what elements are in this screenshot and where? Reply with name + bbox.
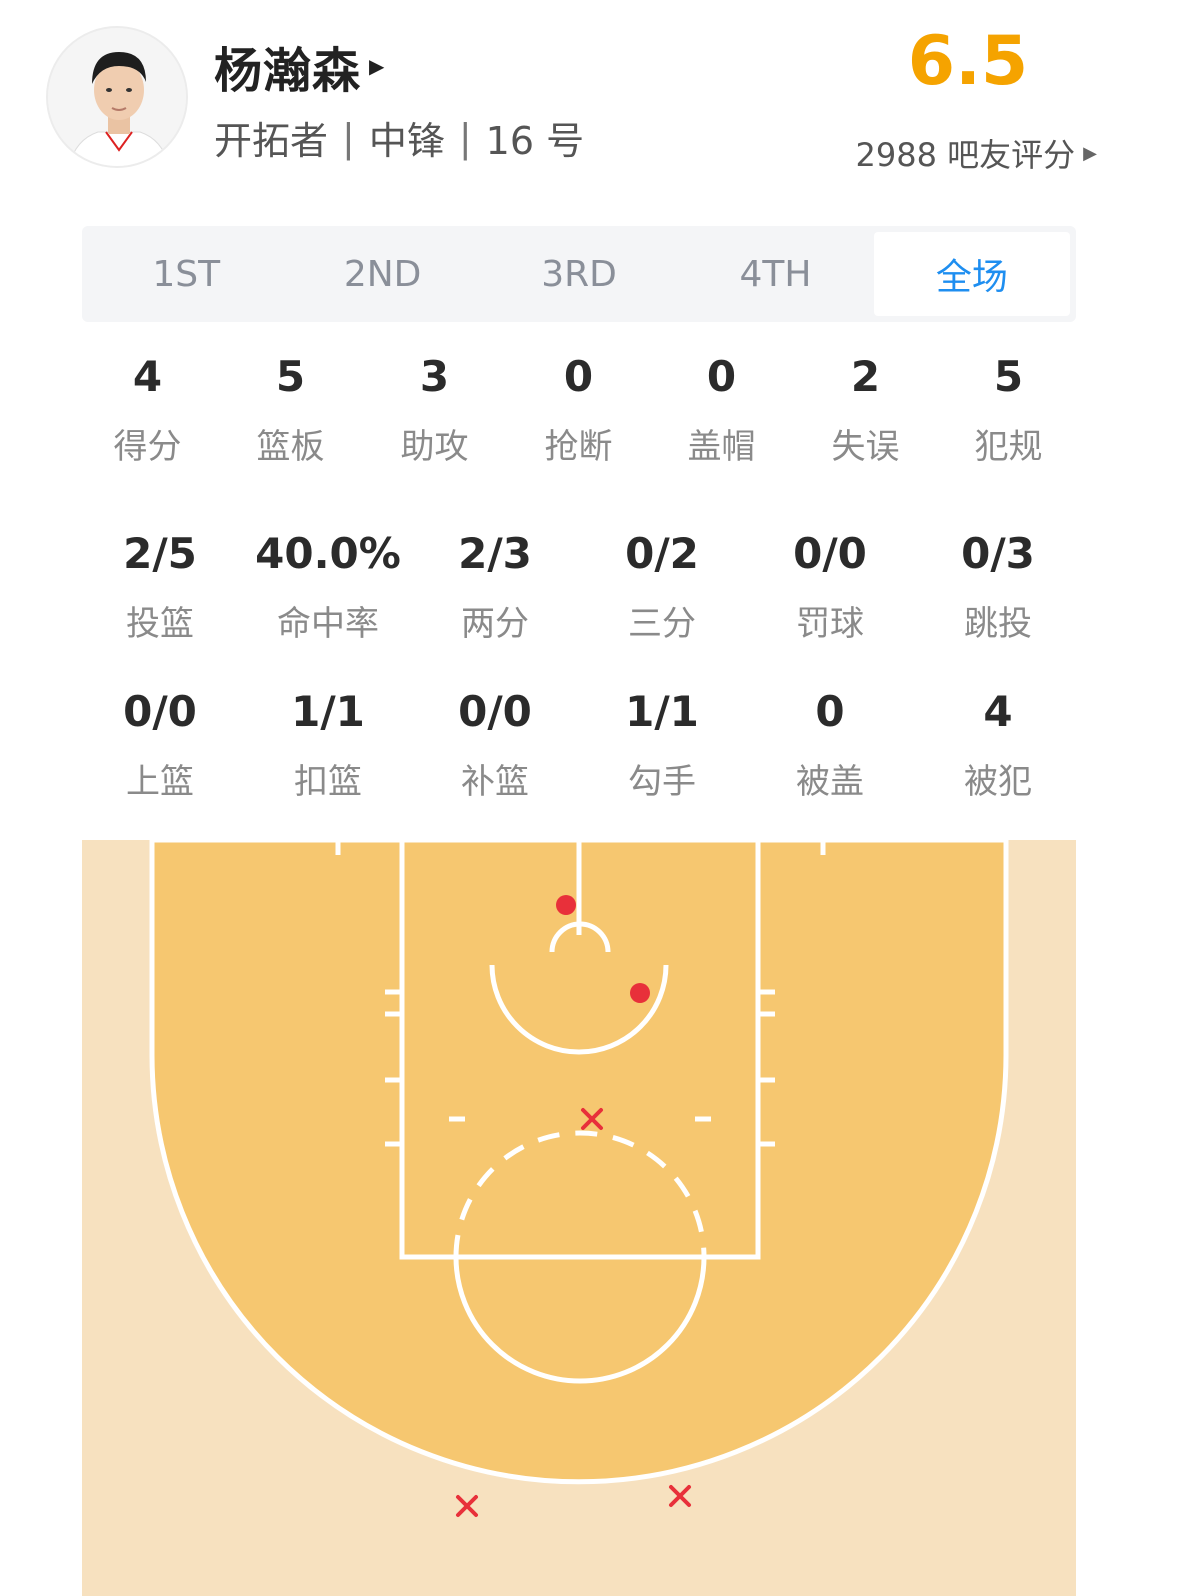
stat-fouls: 5 犯规 xyxy=(937,352,1080,468)
stat-label: 两分 xyxy=(461,604,529,644)
stat-blocks: 0 盖帽 xyxy=(650,352,793,468)
stat-value: 2/3 xyxy=(458,529,532,578)
stat-label: 投篮 xyxy=(126,604,194,644)
stat-fouled: 4 被犯 xyxy=(914,687,1082,803)
player-number: 16 号 xyxy=(485,119,585,163)
stat-label: 被犯 xyxy=(964,762,1032,802)
stat-fg: 2/5 投篮 xyxy=(76,529,244,645)
stat-value: 0/2 xyxy=(625,529,699,578)
player-score: 6.5 xyxy=(907,22,1029,101)
stat-value: 0 xyxy=(563,352,594,401)
separator: | xyxy=(342,115,355,160)
stat-label: 犯规 xyxy=(974,427,1043,467)
made-shot-marker xyxy=(630,983,650,1003)
tab-full-game[interactable]: 全场 xyxy=(873,232,1071,316)
stat-three-pt: 0/2 三分 xyxy=(578,529,746,645)
stat-value: 0/0 xyxy=(793,529,867,578)
tab-3rd[interactable]: 3RD xyxy=(481,232,677,316)
stat-steals: 0 抢断 xyxy=(507,352,650,468)
stat-label: 上篮 xyxy=(126,762,194,802)
stat-value: 0 xyxy=(815,687,845,736)
stat-label: 得分 xyxy=(113,427,182,467)
stat-tip-in: 0/0 补篮 xyxy=(411,687,579,803)
tab-2nd[interactable]: 2ND xyxy=(284,232,480,316)
stat-value: 2/5 xyxy=(123,529,197,578)
rating-arrow-icon: ▶ xyxy=(1083,142,1097,164)
stat-label: 跳投 xyxy=(964,604,1032,644)
stat-hook: 1/1 勾手 xyxy=(578,687,746,803)
stat-dunk: 1/1 扣篮 xyxy=(244,687,412,803)
player-name: 杨瀚森 xyxy=(214,43,362,99)
stat-value: 5 xyxy=(275,352,306,401)
stat-value: 4 xyxy=(983,687,1013,736)
stat-two-pt: 2/3 两分 xyxy=(411,529,579,645)
shot-chart-court xyxy=(82,840,1076,1596)
stat-label: 扣篮 xyxy=(294,762,362,802)
stat-label: 被盖 xyxy=(796,762,864,802)
stat-fg-pct: 40.0% 命中率 xyxy=(244,529,412,645)
stat-label: 失误 xyxy=(831,427,900,467)
player-team: 开拓者 xyxy=(214,119,329,163)
stat-label: 助攻 xyxy=(400,427,469,467)
stat-value: 40.0% xyxy=(255,529,401,578)
separator: | xyxy=(458,115,472,160)
stat-jumper: 0/3 跳投 xyxy=(914,529,1082,645)
made-shot-marker xyxy=(556,895,576,915)
stat-turnovers: 2 失误 xyxy=(794,352,937,468)
stat-value: 5 xyxy=(993,352,1024,401)
stat-blocked: 0 被盖 xyxy=(746,687,914,803)
stat-label: 抢断 xyxy=(544,427,613,467)
stat-value: 4 xyxy=(132,352,163,401)
stat-label: 勾手 xyxy=(628,762,696,802)
stat-points: 4 得分 xyxy=(76,352,219,468)
player-photo xyxy=(48,28,186,166)
tab-4th[interactable]: 4TH xyxy=(677,232,873,316)
stat-value: 1/1 xyxy=(625,687,699,736)
stat-value: 2 xyxy=(850,352,881,401)
quarter-tabs: 1ST 2ND 3RD 4TH 全场 xyxy=(82,226,1076,322)
player-name-row[interactable]: 杨瀚森 ▶ xyxy=(214,34,385,99)
stat-label: 罚球 xyxy=(796,604,864,644)
stat-value: 0 xyxy=(706,352,737,401)
stat-value: 0/3 xyxy=(961,529,1035,578)
fan-rating-link[interactable]: 2988 吧友评分 ▶ xyxy=(856,130,1097,176)
fan-rating-count: 2988 吧友评分 xyxy=(855,136,1076,174)
stat-label: 篮板 xyxy=(256,427,325,467)
stat-assists: 3 助攻 xyxy=(363,352,506,468)
stat-rebounds: 5 篮板 xyxy=(219,352,362,468)
stat-value: 1/1 xyxy=(291,687,365,736)
player-avatar[interactable] xyxy=(46,26,188,168)
stat-label: 命中率 xyxy=(277,604,379,644)
stat-label: 盖帽 xyxy=(687,427,756,467)
stat-label: 补篮 xyxy=(461,762,529,802)
stat-value: 3 xyxy=(419,352,450,401)
tab-1st[interactable]: 1ST xyxy=(88,232,284,316)
stat-value: 0/0 xyxy=(458,687,532,736)
stat-free-throw: 0/0 罚球 xyxy=(746,529,914,645)
stat-layup: 0/0 上篮 xyxy=(76,687,244,803)
player-detail-arrow-icon: ▶ xyxy=(369,54,385,78)
player-info: 开拓者 | 中锋 | 16 号 xyxy=(214,110,584,165)
player-position: 中锋 xyxy=(368,119,445,163)
stat-label: 三分 xyxy=(628,604,696,644)
stat-value: 0/0 xyxy=(123,687,197,736)
